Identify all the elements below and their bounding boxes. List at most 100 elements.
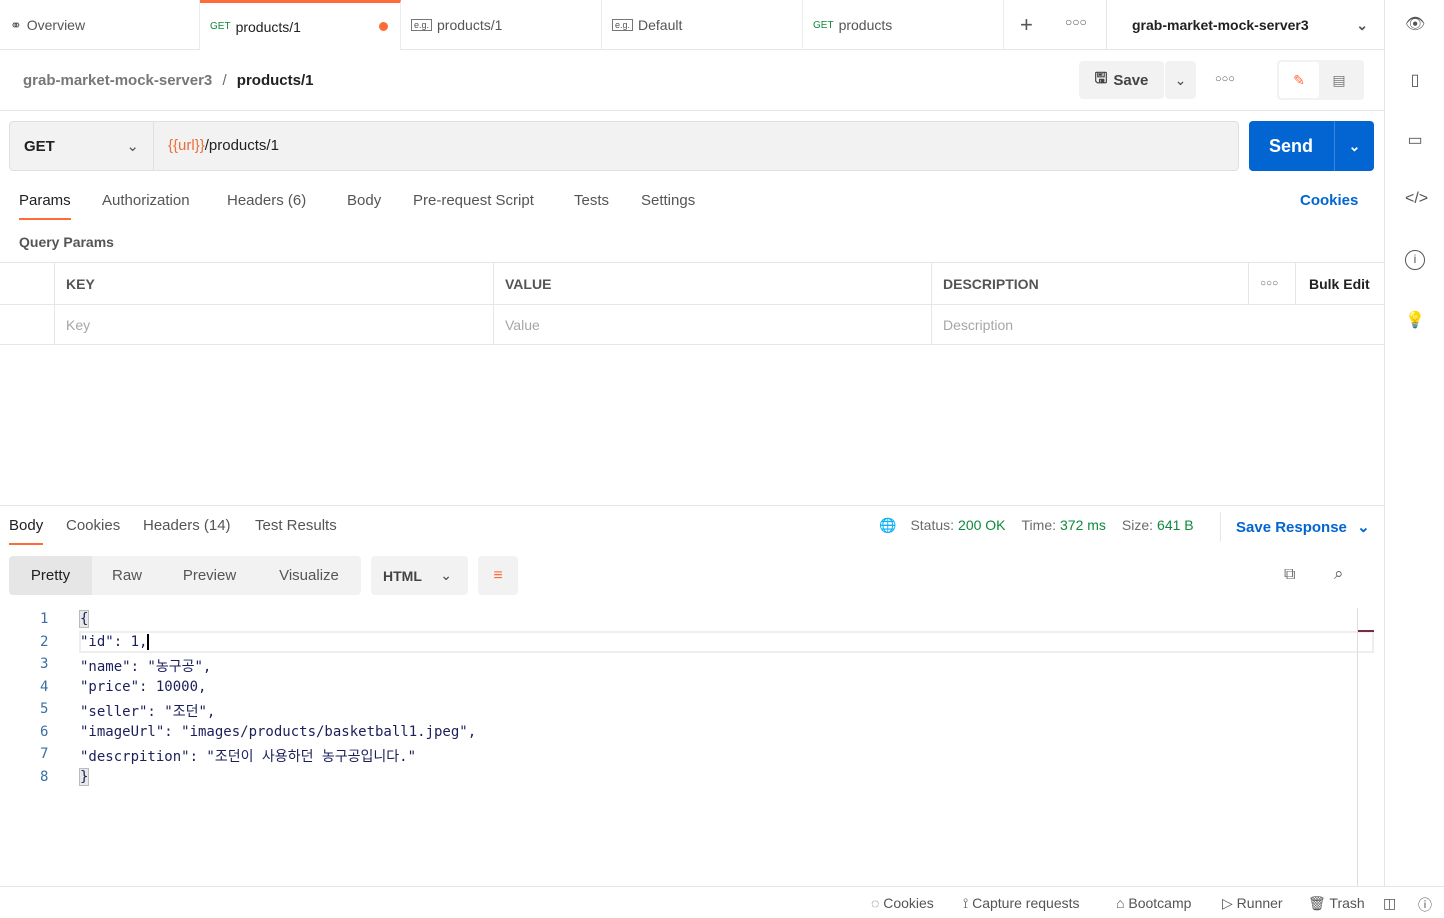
visualize-button[interactable]: Visualize	[257, 567, 361, 584]
response-status: 🌐 Status: 200 OK Time: 372 ms Size: 641 B	[879, 517, 1194, 534]
code-line: "price": 10000,	[80, 679, 207, 695]
scroll-marker	[1358, 630, 1374, 632]
tab-pre-request-script[interactable]: Pre-request Script	[413, 192, 534, 209]
size-value[interactable]: 641 B	[1157, 517, 1194, 534]
tab-tests[interactable]: Tests	[574, 192, 609, 209]
response-code-editor[interactable]: 1 2 3 4 5 6 7 8 { "id": 1, "name": "농구공"…	[0, 608, 1374, 886]
more-options-icon[interactable]: ○○○	[1248, 263, 1295, 304]
tab-authorization[interactable]: Authorization	[102, 192, 190, 209]
tab-overview[interactable]: ⚭ Overview	[0, 0, 200, 50]
footer-runner[interactable]: ▷ Runner	[1222, 895, 1283, 912]
example-icon: e.g.	[612, 19, 634, 31]
breadcrumb-request: products/1	[236, 72, 314, 89]
comment-icon[interactable]: ▤	[1319, 62, 1359, 98]
right-sidebar: 👁 ▯ ▭ </> i 💡	[1384, 0, 1444, 886]
breadcrumb: grab-market-mock-server3 / products/1	[23, 72, 314, 89]
chevron-down-icon: ⌄	[1356, 16, 1368, 33]
method-select[interactable]: GET ⌄	[10, 122, 154, 170]
tab-headers[interactable]: Headers (6)	[227, 192, 306, 209]
raw-button[interactable]: Raw	[92, 567, 162, 584]
chevron-down-icon: ⌄	[440, 567, 452, 583]
tab-settings[interactable]: Settings	[641, 192, 695, 209]
preview-button[interactable]: Preview	[162, 567, 257, 584]
save-options-button[interactable]: ⌄	[1165, 61, 1196, 99]
comments-icon[interactable]: ▭	[1405, 130, 1425, 150]
key-input[interactable]: Key	[54, 304, 493, 345]
documentation-icon[interactable]: ▯	[1405, 70, 1425, 90]
line-number: 3	[40, 656, 49, 672]
eye-icon[interactable]: 👁	[1405, 14, 1425, 34]
scrollbar[interactable]	[1357, 608, 1358, 886]
current-line-highlight	[79, 631, 1374, 653]
tab-example-products-1[interactable]: e.g. products/1	[401, 0, 602, 50]
pane-divider[interactable]	[0, 505, 1384, 506]
code-icon[interactable]: </>	[1405, 190, 1428, 210]
search-icon[interactable]: ⌕	[1334, 564, 1344, 584]
satellite-icon: ⟟	[963, 895, 969, 911]
line-number: 7	[40, 746, 49, 762]
tab-bar: ⚭ Overview GET products/1 e.g. products/1 e…	[0, 0, 1384, 50]
save-response-button[interactable]: Save Response ⌄	[1236, 518, 1370, 536]
more-options-icon[interactable]: ○○○	[1215, 73, 1235, 85]
send-button[interactable]: Send ⌄	[1249, 121, 1374, 171]
footer-capture-requests[interactable]: ⟟ Capture requests	[963, 895, 1080, 912]
trash-icon: 🗑	[1308, 895, 1326, 911]
time-value[interactable]: 372 ms	[1060, 517, 1106, 534]
tab-example-default[interactable]: e.g. Default	[602, 0, 803, 50]
header-value: VALUE	[493, 263, 931, 304]
line-number: 5	[40, 701, 49, 717]
wrap-lines-icon[interactable]: ≡	[478, 556, 518, 595]
query-params-table: KEY VALUE DESCRIPTION ○○○ Bulk Edit Key …	[0, 262, 1384, 345]
response-tab-headers[interactable]: Headers (14)	[143, 517, 231, 534]
footer-bootcamp[interactable]: ⌂ Bootcamp	[1116, 895, 1191, 911]
footer-cookies[interactable]: ◌ Cookies	[871, 895, 934, 911]
code-line: {	[78, 610, 90, 628]
tab-get-products-1[interactable]: GET products/1	[200, 0, 401, 50]
environment-selector[interactable]: grab-market-mock-server3 ⌄	[1106, 0, 1384, 50]
code-line: "imageUrl": "images/products/basketball1…	[80, 724, 477, 740]
query-params-heading: Query Params	[19, 234, 114, 250]
response-tab-cookies[interactable]: Cookies	[66, 517, 120, 534]
footer-trash[interactable]: 🗑 Trash	[1308, 895, 1365, 912]
edit-pencil-icon[interactable]: ✎	[1279, 62, 1319, 98]
save-button[interactable]: 🖫 Save	[1079, 61, 1164, 99]
code-line: "id": 1,	[80, 634, 150, 650]
cookie-icon: ◌	[871, 895, 880, 911]
copy-icon[interactable]: ⧉	[1284, 566, 1295, 584]
send-options-chevron-icon[interactable]: ⌄	[1334, 121, 1374, 171]
chevron-down-icon: ⌄	[1357, 519, 1370, 536]
status-bar: ◌ Cookies ⟟ Capture requests ⌂ Bootcamp …	[0, 886, 1444, 918]
value-input[interactable]: Value	[493, 304, 931, 345]
line-number: 4	[40, 679, 49, 695]
url-input[interactable]: {{url}}/products/1	[168, 137, 279, 154]
cookies-link[interactable]: Cookies	[1300, 192, 1358, 209]
code-line: }	[78, 768, 90, 786]
line-number: 6	[40, 724, 49, 740]
play-icon: ▷	[1222, 895, 1233, 911]
tab-get-products[interactable]: GET products	[803, 0, 1004, 50]
bulk-edit-button[interactable]: Bulk Edit	[1295, 263, 1384, 304]
line-number: 1	[40, 611, 49, 627]
lightbulb-icon[interactable]: 💡	[1405, 310, 1425, 330]
info-icon[interactable]: i	[1405, 250, 1425, 270]
divider	[1220, 512, 1221, 542]
description-input[interactable]: Description	[931, 304, 1384, 345]
help-icon[interactable]: ⓘ	[1418, 895, 1432, 915]
tab-body[interactable]: Body	[347, 192, 381, 209]
more-tabs-icon[interactable]: ○○○	[1065, 15, 1087, 29]
header-description: DESCRIPTION	[931, 263, 1248, 304]
pretty-button[interactable]: Pretty	[9, 556, 92, 595]
globe-lock-icon[interactable]: 🌐	[879, 517, 896, 534]
tab-params[interactable]: Params	[19, 192, 71, 220]
two-pane-icon[interactable]: ◫	[1383, 895, 1396, 912]
status-value[interactable]: 200 OK	[958, 517, 1005, 534]
breadcrumb-collection[interactable]: grab-market-mock-server3	[23, 72, 212, 89]
response-tab-body[interactable]: Body	[9, 517, 44, 545]
new-tab-plus-icon[interactable]: +	[1020, 12, 1033, 38]
response-tab-test-results[interactable]: Test Results	[255, 517, 337, 534]
save-icon: 🖫	[1094, 69, 1108, 87]
format-select[interactable]: HTML ⌄	[371, 556, 468, 595]
header-key: KEY	[54, 263, 493, 304]
url-bar: GET ⌄ {{url}}/products/1	[9, 121, 1239, 171]
line-number: 2	[40, 634, 49, 650]
